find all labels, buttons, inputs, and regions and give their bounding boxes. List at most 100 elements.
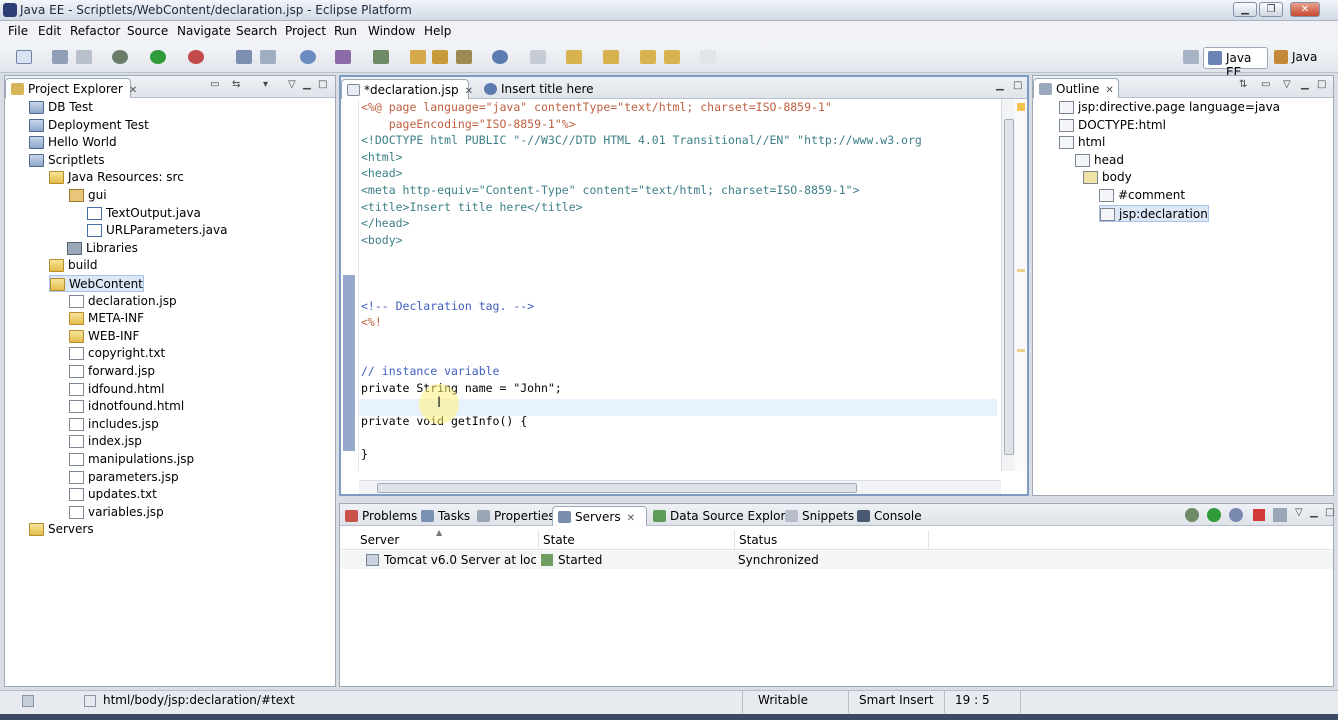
tree-item[interactable]: manipulations.jsp	[69, 451, 194, 468]
tree-item[interactable]: variables.jsp	[69, 504, 164, 521]
close-button[interactable]: ✕	[1290, 2, 1320, 17]
column-header-state[interactable]: State	[543, 533, 575, 547]
menu-file[interactable]: File	[8, 24, 28, 38]
next-annotation-icon[interactable]	[566, 50, 582, 64]
collapse-all-icon[interactable]: ▭	[1261, 79, 1270, 90]
menu-project[interactable]: Project	[285, 24, 326, 38]
open-folder-icon[interactable]	[410, 50, 426, 64]
code-line[interactable]: pageEncoding="ISO-8859-1"%>	[361, 116, 576, 133]
close-icon[interactable]: ✕	[1105, 85, 1113, 96]
tab-data-source-explorer[interactable]: Data Source Explorer	[648, 506, 797, 526]
tree-item[interactable]: includes.jsp	[69, 416, 159, 433]
code-line[interactable]: <meta http-equiv="Content-Type" content=…	[361, 182, 860, 199]
tab-problems[interactable]: Problems	[340, 506, 417, 526]
outline-item[interactable]: head	[1075, 152, 1124, 169]
view-menu-icon[interactable]: ▽	[1283, 79, 1291, 90]
menu-search[interactable]: Search	[236, 24, 277, 38]
outline-item[interactable]: jsp:directive.page language=java	[1059, 99, 1280, 116]
stop-server-icon[interactable]	[1253, 509, 1265, 521]
menu-window[interactable]: Window	[368, 24, 415, 38]
table-row[interactable]: Tomcat v6.0 Server at localhos Started S…	[340, 551, 1333, 569]
code-line[interactable]: <%@ page language="java" contentType="te…	[361, 99, 832, 116]
outline-item[interactable]: DOCTYPE:html	[1059, 117, 1166, 134]
tab-servers[interactable]: Servers ✕	[552, 506, 647, 526]
tab-snippets[interactable]: Snippets	[780, 506, 854, 526]
view-menu-icon[interactable]: ▽	[288, 79, 296, 90]
back-icon[interactable]	[664, 50, 680, 64]
vertical-scrollbar[interactable]	[1001, 99, 1015, 471]
last-edit-icon[interactable]	[640, 50, 656, 64]
open-type-icon[interactable]	[335, 50, 351, 64]
collapse-all-icon[interactable]: ▭	[210, 79, 219, 90]
perspective-java-ee[interactable]: Java EE	[1203, 47, 1268, 79]
outline-item[interactable]: jsp:declaration	[1099, 204, 1209, 222]
refresh-icon[interactable]	[300, 50, 316, 64]
external-tools-icon[interactable]	[188, 50, 204, 64]
tree-item[interactable]: TextOutput.java	[87, 205, 201, 222]
tree-item[interactable]: DB Test	[29, 99, 93, 116]
menu-source[interactable]: Source	[127, 24, 168, 38]
tree-item[interactable]: Java Resources: src	[49, 169, 184, 186]
tab-tasks[interactable]: Tasks	[416, 506, 472, 526]
web-browser-icon[interactable]	[492, 50, 508, 64]
annotation-icon[interactable]	[530, 50, 546, 64]
minimize-icon[interactable]: ▁	[1310, 507, 1318, 518]
tree-item[interactable]: parameters.jsp	[69, 469, 179, 486]
run-icon[interactable]	[150, 50, 166, 64]
tab-project-explorer[interactable]: Project Explorer ✕	[5, 78, 137, 98]
menu-help[interactable]: Help	[424, 24, 451, 38]
code-line[interactable]: <title>Insert title here</title>	[361, 199, 583, 216]
minimize-icon[interactable]: ▁	[1301, 79, 1309, 90]
occurrence-marker[interactable]	[1017, 269, 1025, 272]
tree-item[interactable]: build	[49, 257, 98, 274]
view-menu-icon[interactable]: ▽	[1295, 507, 1303, 518]
minimize-icon[interactable]: ▁	[303, 79, 311, 90]
forward-icon[interactable]	[700, 50, 716, 64]
code-line[interactable]: <body>	[361, 232, 403, 249]
code-line[interactable]: private String name = "John";	[361, 380, 562, 397]
column-header-status[interactable]: Status	[739, 533, 777, 547]
view-menu-icon[interactable]: ▾	[263, 79, 268, 90]
save-icon[interactable]	[52, 50, 68, 64]
tree-item[interactable]: idnotfound.html	[69, 398, 184, 415]
tree-item[interactable]: URLParameters.java	[87, 222, 227, 239]
tree-item[interactable]: Deployment Test	[29, 117, 149, 134]
tab-outline[interactable]: Outline ✕	[1033, 78, 1119, 98]
column-header-server[interactable]: Server	[360, 533, 399, 547]
close-icon[interactable]: ✕	[627, 513, 635, 524]
code-line[interactable]: <head>	[361, 165, 403, 182]
tree-item[interactable]: META-INF	[69, 310, 144, 327]
print-icon[interactable]	[76, 50, 92, 64]
code-line[interactable]: <!-- Declaration tag. -->	[361, 298, 534, 315]
code-line[interactable]: }	[361, 446, 368, 463]
occurrence-marker[interactable]	[1017, 349, 1025, 352]
tab-declaration-jsp[interactable]: *declaration.jsp ✕	[341, 79, 473, 99]
open-perspective-icon[interactable]	[1183, 50, 1199, 64]
tree-item[interactable]: Libraries	[67, 240, 138, 257]
tree-item[interactable]: copyright.txt	[69, 345, 165, 362]
code-line[interactable]: <!DOCTYPE html PUBLIC "-//W3C//DTD HTML …	[361, 132, 922, 149]
tree-item[interactable]: gui	[69, 187, 107, 204]
tree-item[interactable]: idfound.html	[69, 381, 165, 398]
tab-insert-title-here[interactable]: Insert title here	[479, 79, 599, 99]
outline-item[interactable]: body	[1083, 169, 1132, 186]
tree-item[interactable]: updates.txt	[69, 486, 157, 503]
sort-icon[interactable]: ⇅	[1239, 79, 1247, 90]
previous-annotation-icon[interactable]	[603, 50, 619, 64]
menu-refactor[interactable]: Refactor	[70, 24, 120, 38]
edit-icon[interactable]	[456, 50, 472, 64]
tree-item[interactable]: WEB-INF	[69, 328, 139, 345]
outline-item[interactable]: html	[1059, 134, 1105, 151]
horizontal-scrollbar[interactable]	[359, 480, 1001, 494]
open-resource-icon[interactable]	[432, 50, 448, 64]
menu-edit[interactable]: Edit	[38, 24, 61, 38]
new-icon[interactable]	[16, 50, 32, 64]
code-line[interactable]: // instance variable	[361, 363, 499, 380]
scroll-thumb[interactable]	[1004, 119, 1014, 455]
close-icon[interactable]: ✕	[129, 85, 137, 96]
minimize-button[interactable]: ▁	[1233, 2, 1257, 17]
perspective-java[interactable]: Java	[1270, 47, 1320, 69]
tree-item[interactable]: Scriptlets	[29, 152, 104, 169]
tab-console[interactable]: Console	[852, 506, 922, 526]
code-line[interactable]: <html>	[361, 149, 403, 166]
